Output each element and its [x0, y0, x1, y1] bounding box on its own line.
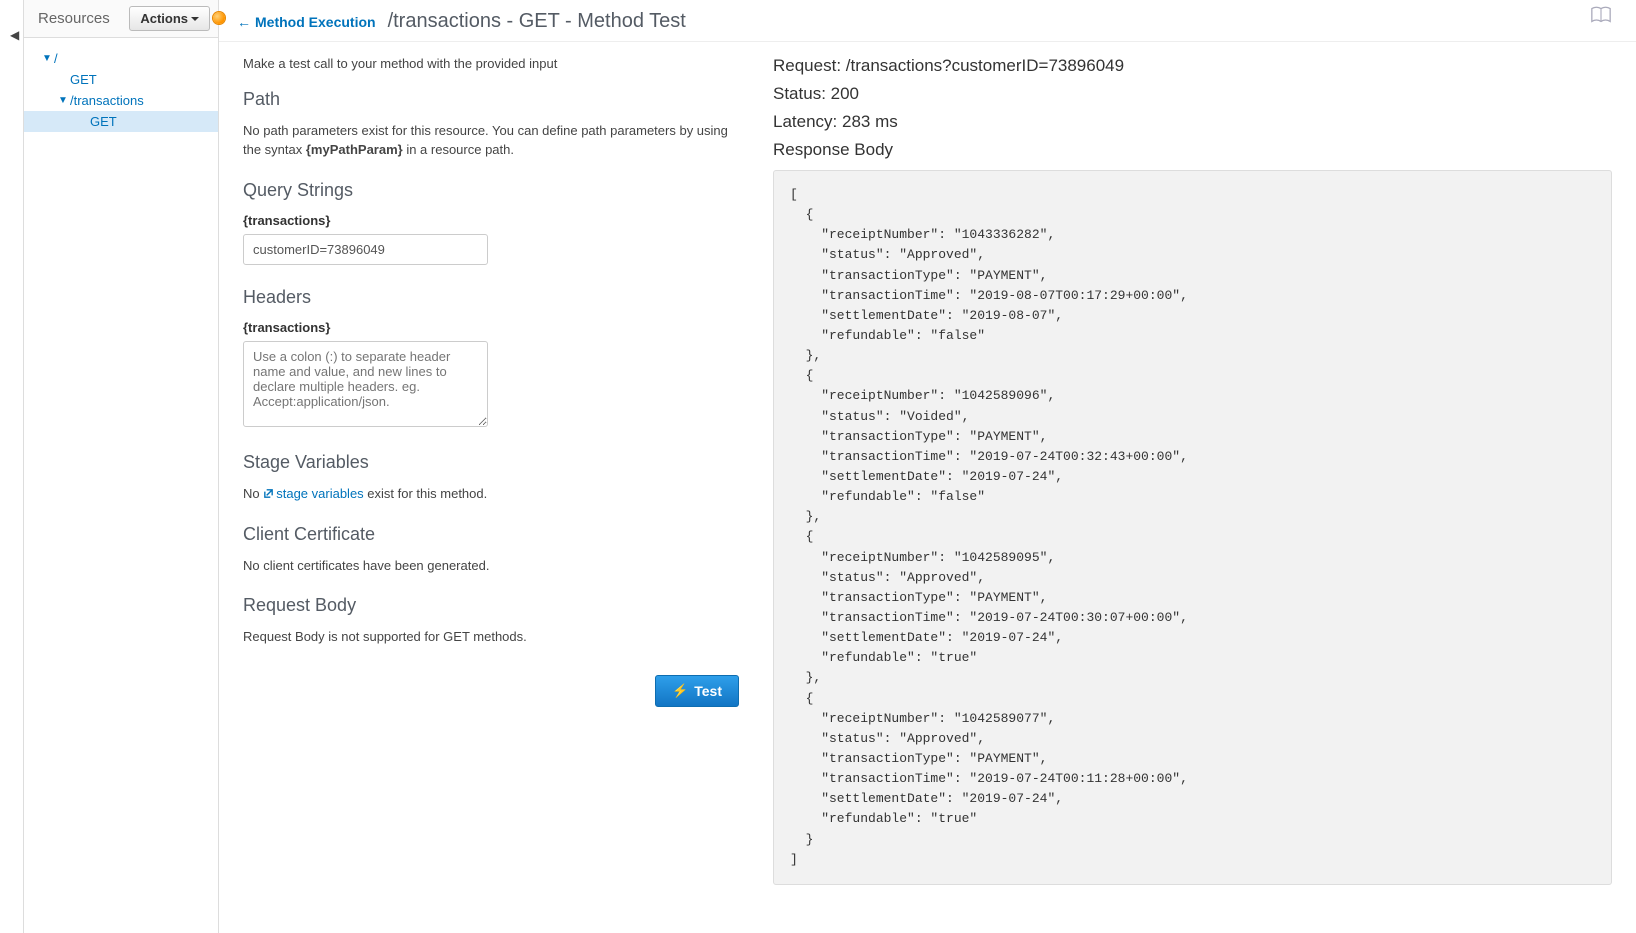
response-latency: Latency: 283 ms — [773, 112, 1612, 132]
caret-down-icon — [191, 17, 199, 21]
external-link-icon — [263, 486, 274, 497]
back-to-method-execution[interactable]: ← Method Execution — [237, 14, 376, 30]
twist-down-icon: ▼ — [58, 95, 70, 106]
resources-tree: ▼ / GET ▼ /transactions GET — [24, 38, 218, 132]
tree-root-label: / — [54, 51, 58, 66]
actions-label: Actions — [140, 11, 188, 26]
actions-dropdown[interactable]: Actions — [129, 6, 210, 31]
tree-transactions-get-label: GET — [90, 114, 117, 129]
tree-transactions-label: /transactions — [70, 93, 144, 108]
response-status: Status: 200 — [773, 84, 1612, 104]
stage-variables-link[interactable]: stage variables — [263, 486, 363, 501]
headers-input[interactable] — [243, 341, 488, 427]
main-header: ← Method Execution /transactions - GET -… — [219, 0, 1636, 42]
arrow-left-icon: ← — [237, 14, 251, 30]
twist-down-icon: ▼ — [42, 53, 54, 64]
test-button[interactable]: ⚡ Test — [655, 675, 739, 707]
request-form: Make a test call to your method with the… — [243, 56, 743, 885]
tree-root-get-label: GET — [70, 72, 97, 87]
request-body-heading: Request Body — [243, 595, 743, 616]
response-request: Request: /transactions?customerID=738960… — [773, 56, 1612, 76]
intro-text: Make a test call to your method with the… — [243, 56, 743, 71]
content: Make a test call to your method with the… — [219, 42, 1636, 909]
tree-root-get[interactable]: GET — [24, 69, 218, 90]
qs-field-label: {transactions} — [243, 213, 743, 228]
headers-heading: Headers — [243, 287, 743, 308]
sidebar-title: Resources — [38, 10, 110, 27]
stage-variables-heading: Stage Variables — [243, 452, 743, 473]
query-string-input[interactable] — [243, 234, 488, 265]
response-body-label: Response Body — [773, 140, 1612, 160]
sidebar-collapse-handle[interactable]: ◀ — [0, 0, 24, 933]
request-body-text: Request Body is not supported for GET me… — [243, 628, 743, 647]
back-label: Method Execution — [255, 14, 376, 30]
headers-field-label: {transactions} — [243, 320, 743, 335]
tree-transactions[interactable]: ▼ /transactions — [24, 90, 218, 111]
stage-variables-text: No stage variables exist for this method… — [243, 485, 743, 504]
client-certificate-heading: Client Certificate — [243, 524, 743, 545]
test-button-label: Test — [694, 683, 722, 699]
main: ← Method Execution /transactions - GET -… — [219, 0, 1636, 933]
query-strings-heading: Query Strings — [243, 180, 743, 201]
page-title: /transactions - GET - Method Test — [388, 10, 686, 33]
lightning-icon: ⚡ — [672, 683, 688, 699]
sidebar-header: Resources Actions — [24, 0, 218, 38]
sidebar: Resources Actions ▼ / GET ▼ /transaction… — [24, 0, 219, 933]
path-heading: Path — [243, 89, 743, 110]
response-panel: Request: /transactions?customerID=738960… — [773, 56, 1612, 885]
client-certificate-text: No client certificates have been generat… — [243, 557, 743, 576]
docs-book-icon[interactable] — [1590, 6, 1612, 24]
tree-transactions-get[interactable]: GET — [24, 111, 218, 132]
path-text: No path parameters exist for this resour… — [243, 122, 743, 160]
tree-root[interactable]: ▼ / — [24, 48, 218, 69]
response-body[interactable]: [ { "receiptNumber": "1043336282", "stat… — [773, 170, 1612, 885]
chevron-left-icon: ◀ — [0, 28, 23, 42]
